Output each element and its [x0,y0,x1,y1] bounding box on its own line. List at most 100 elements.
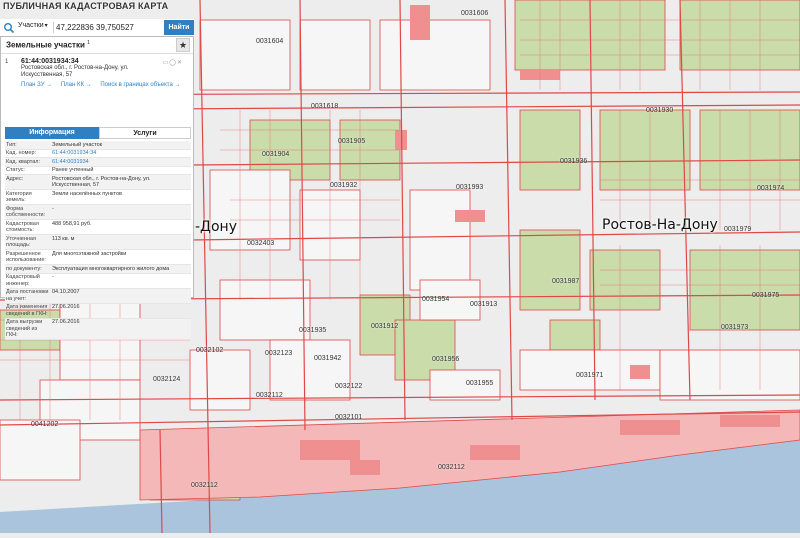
attribute-label: Кадастровый инженер: [6,274,40,287]
category-select[interactable]: Участки▾ [18,22,48,29]
app-title: ПУБЛИЧНАЯ КАДАСТРОВАЯ КАРТА [3,1,169,11]
parcel-label: 0031604 [256,38,284,45]
attribute-row: Форма собственности: - [5,205,191,220]
search-in-bounds-link[interactable]: Поиск в границах объекта → [100,82,180,88]
parcel-label: 0031935 [299,327,327,334]
parcel-label: 0031975 [752,292,780,299]
attribute-row: Дата постановки на учет: 04.10.2007 [5,288,191,304]
attribute-row: Адрес: Ростовская обл., г. Ростов-на-Дону… [5,175,191,190]
attribute-row: Разрешенное использование: Для многоэтажн… [5,250,191,265]
search-input[interactable] [56,21,160,33]
parcel-label: 0031913 [470,301,498,308]
result-count: 1 [87,40,90,46]
attribute-label: Категория земель: [6,190,32,204]
attribute-value: 113 кв. м [52,235,75,242]
attribute-row: Кадастровая стоимость: 488 958,91 руб. [5,220,191,235]
plan-zu-link[interactable]: План ЗУ → [21,82,52,88]
parcel-label: 0031955 [466,380,494,387]
parcel-label: 0032112 [191,482,218,489]
parcel-label: 0031956 [432,356,460,363]
attribute-label: Кад. квартал: [6,158,41,165]
tab-info[interactable]: Информация [5,127,99,139]
attribute-value: Ранее учтенный [52,167,94,173]
attribute-label: Разрешенное использование: [6,250,46,264]
plan-kk-link[interactable]: План КК → [61,82,92,88]
parcel-label: 0031932 [330,182,358,189]
parcel-label: 0031971 [576,372,604,379]
parcel-label: 0031974 [757,185,785,192]
attribute-value: - [52,205,54,212]
attribute-value: 27.06.2016 [52,304,80,310]
divider [53,22,54,33]
tabs: Информация Услуги [5,127,191,139]
attribute-value: - [52,274,54,280]
attribute-link[interactable]: 61:44:0031934 [51,158,191,166]
attribute-label: Форма собственности: [6,205,46,219]
attribute-row: Тип: Земельный участок [5,141,191,150]
parcel-label: 0031606 [461,10,489,17]
parcel-label: 0031979 [724,226,752,233]
attribute-label: Дата изменения сведений в ГКН: [6,304,48,317]
address-line: Ростовская обл., г. Ростов-на-Дону, ул. [21,65,129,71]
attribute-label: Уточненная площадь: [6,235,36,249]
attribute-row: по документу: Эксплуатация многоквартирно… [5,265,191,274]
attribute-row: Дата изменения сведений в ГКН: 27.06.2016 [5,304,191,319]
parcel-label: 0031942 [314,355,342,362]
attribute-row: Кад. квартал: 61:44:0031934 [5,158,191,167]
parcel-label: 0041202 [31,421,59,428]
attribute-label: Тип: [6,141,17,148]
attribute-link[interactable]: 61:44:0031934:34 [51,150,191,158]
parcel-label: 0031618 [311,103,339,110]
attribute-row: Категория земель: Земли населённых пункто… [5,190,191,205]
result-card[interactable]: 1 61:44:0031934:34 Ростовская обл., г. Р… [5,57,187,88]
star-icon[interactable]: ★ [176,38,190,52]
attribute-value: Для многоэтажной застройки [52,250,127,257]
attribute-value: Земельный участок [52,141,103,148]
parcel-label: 0032124 [153,376,181,383]
parcel-label: 0031973 [721,324,749,331]
attribute-value: 04.10.2007 [52,289,80,295]
item-number: 1 [5,59,9,65]
tab-services[interactable]: Услуги [99,127,191,139]
attribute-value: 488 958,91 руб. [52,220,92,227]
chevron-down-icon: ▾ [44,23,48,29]
card-tools-icon[interactable]: ▭◯✕ [163,59,183,66]
attribute-label: Дата постановки на учет: [6,289,49,302]
address-line: Искусственная, 57 [21,72,73,78]
parcel-label: 0032403 [247,240,275,247]
parcel-label: 0031912 [371,323,399,330]
attribute-row: Кад. номер: 61:44:0031934:34 [5,150,191,158]
attribute-value: Земли населённых пунктов [52,190,122,197]
attribute-label: Статус: [6,167,25,173]
card-links: План ЗУ → План КК → Поиск в границах объ… [21,82,187,88]
parcel-label: 0031954 [422,296,450,303]
parcel-label: 0032112 [438,464,465,471]
parcel-label: 0032102 [196,347,224,354]
attribute-label: Дата выгрузки сведений из ГКН: [6,319,43,338]
parcel-label: 0032101 [335,414,363,421]
results-panel: Земельные участки 1 ★ 1 61:44:0031934:34… [0,36,194,340]
parcel-label: 0032122 [335,383,363,390]
parcel-label: 0031987 [552,278,580,285]
parcel-label: 0031936 [560,158,588,165]
attribute-value: 27.06.2016 [52,319,80,325]
parcel-label: 0031930 [646,107,674,114]
attribute-row: Уточненная площадь: 113 кв. м [5,235,191,250]
parcel-label: 0032112 [256,392,283,399]
attribute-label: Кадастровая стоимость: [6,220,39,234]
attribute-row: Статус: Ранее учтенный [5,167,191,175]
attribute-row: Дата выгрузки сведений из ГКН: 27.06.2016 [5,318,191,340]
search-icon[interactable] [3,21,15,34]
city-label: Ростов-На-Дону [602,217,718,233]
category-select-label: Участки [18,22,44,29]
search-bar: Участки▾ Найти [0,19,194,37]
panel-header: Земельные участки 1 ★ [1,37,193,54]
parcel-label: 0031993 [456,184,484,191]
find-button[interactable]: Найти [164,20,194,35]
parcel-label: 0031904 [262,151,290,158]
parcel-label: 0032123 [265,350,293,357]
attribute-label: по документу: [6,265,42,272]
panel-title-text: Земельные участки [6,40,85,50]
attribute-label: Адрес: [6,175,24,182]
attribute-label: Кад. номер: [6,150,37,156]
